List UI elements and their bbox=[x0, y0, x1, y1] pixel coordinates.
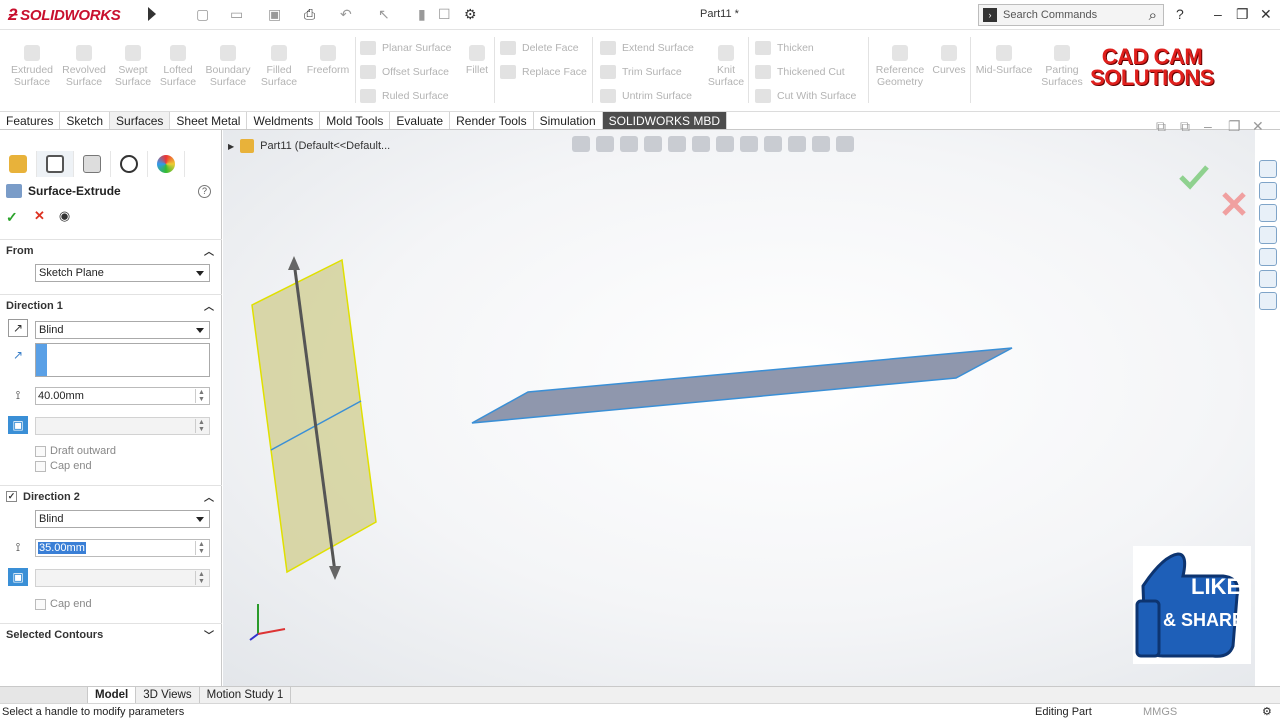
custom-properties-icon[interactable] bbox=[1259, 270, 1277, 288]
appearances-icon[interactable] bbox=[1259, 248, 1277, 266]
task-pane bbox=[1256, 160, 1280, 320]
direction1-handle-icon[interactable] bbox=[288, 256, 300, 270]
view-palette-icon[interactable] bbox=[1259, 226, 1277, 244]
like-share-badge: LIKE & SHARE bbox=[1133, 546, 1251, 664]
planar-surface-body[interactable] bbox=[471, 347, 1013, 424]
confirmation-cancel-icon[interactable] bbox=[1222, 192, 1246, 216]
forum-icon[interactable] bbox=[1259, 292, 1277, 310]
direction2-handle-icon[interactable] bbox=[329, 566, 341, 580]
tab-scroll-buttons[interactable] bbox=[0, 687, 88, 703]
status-mode: Editing Part bbox=[1035, 706, 1092, 718]
thumbs-up-icon bbox=[1135, 552, 1240, 658]
home-icon[interactable] bbox=[1259, 160, 1277, 178]
design-library-icon[interactable] bbox=[1259, 182, 1277, 200]
model-geometry bbox=[249, 165, 1246, 641]
tab-3d-views[interactable]: 3D Views bbox=[136, 687, 200, 703]
rebuild-status-icon[interactable]: ⚙ bbox=[1262, 704, 1272, 720]
tab-model[interactable]: Model bbox=[88, 687, 137, 703]
triad-x-axis bbox=[257, 628, 286, 635]
status-bar: Select a handle to modify parameters Edi… bbox=[0, 703, 1280, 720]
file-explorer-icon[interactable] bbox=[1259, 204, 1277, 222]
triad-z-axis bbox=[249, 633, 259, 641]
tab-motion-study-1[interactable]: Motion Study 1 bbox=[200, 687, 292, 703]
status-message: Select a handle to modify parameters bbox=[2, 706, 185, 718]
confirmation-ok-icon[interactable] bbox=[1179, 165, 1209, 190]
units-indicator[interactable]: MMGS bbox=[1143, 704, 1177, 720]
model-tabs: Model 3D Views Motion Study 1 bbox=[0, 686, 1280, 703]
